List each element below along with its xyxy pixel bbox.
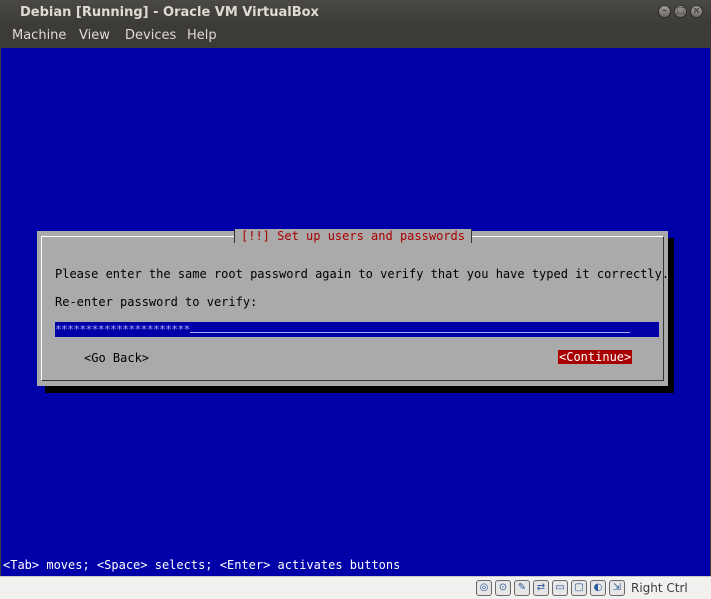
optical-drive-icon[interactable]: ⊙ [495, 580, 511, 596]
network-icon[interactable]: ⇄ [533, 580, 549, 596]
usb-icon[interactable]: ✎ [514, 580, 530, 596]
menu-help[interactable]: Help [187, 28, 217, 43]
menu-view[interactable]: View [79, 28, 110, 43]
password-value: ********************** [55, 323, 190, 336]
password-field-label: Re-enter password to verify: [55, 295, 258, 309]
device-status-icons: ◎ ⊙ ✎ ⇄ ▭ ▢ ◐ ⇲ [476, 580, 625, 596]
video-capture-icon[interactable]: ◐ [590, 580, 606, 596]
vm-screen[interactable]: [!!] Set up users and passwords Please e… [1, 48, 710, 576]
window-titlebar[interactable]: Debian [Running] - Oracle VM VirtualBox … [0, 0, 711, 24]
host-key-label: Right Ctrl [631, 581, 688, 595]
minimize-button[interactable]: – [658, 5, 671, 18]
menu-bar: Machine View Devices Help [0, 24, 711, 48]
window-title: Debian [Running] - Oracle VM VirtualBox [20, 5, 319, 20]
installer-dialog: [!!] Set up users and passwords Please e… [37, 229, 669, 386]
maximize-button[interactable]: □ [674, 5, 687, 18]
continue-button[interactable]: <Continue> [558, 350, 633, 364]
window-controls: – □ × [658, 5, 703, 18]
dialog-frame: [!!] Set up users and passwords Please e… [41, 229, 669, 381]
go-back-button[interactable]: <Go Back> [84, 351, 149, 365]
mouse-integration-icon[interactable]: ⇲ [609, 580, 625, 596]
keyboard-hint: <Tab> moves; <Space> selects; <Enter> ac… [3, 558, 401, 572]
hard-disk-icon[interactable]: ◎ [476, 580, 492, 596]
password-input[interactable]: ********************** [55, 322, 659, 337]
display-icon[interactable]: ▢ [571, 580, 587, 596]
input-underline [189, 322, 630, 333]
status-bar: ◎ ⊙ ✎ ⇄ ▭ ▢ ◐ ⇲ Right Ctrl [0, 576, 711, 599]
menu-devices[interactable]: Devices [125, 28, 176, 43]
dialog-prompt: Please enter the same root password agai… [55, 267, 670, 281]
dialog-title: [!!] Set up users and passwords [234, 229, 472, 243]
close-button[interactable]: × [690, 5, 703, 18]
shared-folders-icon[interactable]: ▭ [552, 580, 568, 596]
menu-machine[interactable]: Machine [12, 28, 66, 43]
